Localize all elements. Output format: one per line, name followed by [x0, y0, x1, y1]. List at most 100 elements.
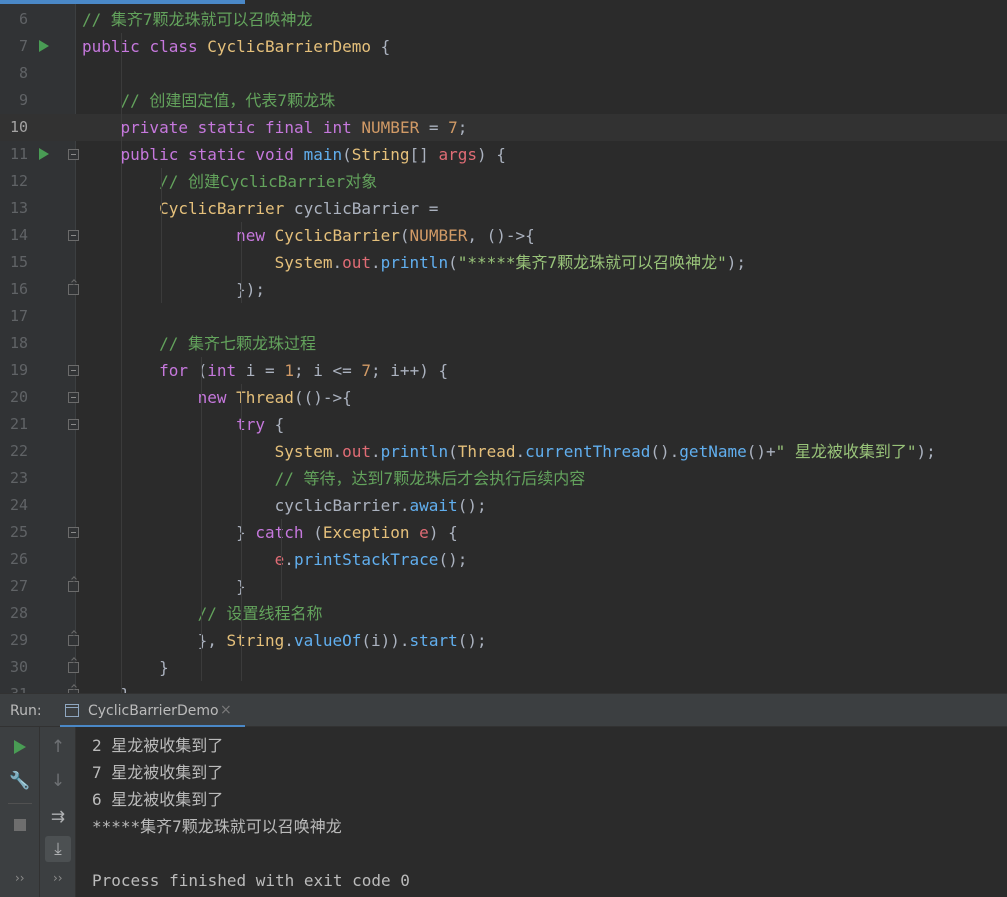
- line-number[interactable]: 30: [0, 654, 28, 681]
- code-line[interactable]: 15 System.out.println("*****集齐7颗龙珠就可以召唤神…: [0, 249, 1007, 276]
- line-number[interactable]: 15: [0, 249, 28, 276]
- code-text[interactable]: for (int i = 1; i <= 7; i++) {: [82, 357, 448, 384]
- line-number[interactable]: 12: [0, 168, 28, 195]
- soft-wrap-button[interactable]: ⇉: [45, 804, 71, 830]
- line-number[interactable]: 7: [0, 33, 28, 60]
- fold-end-icon[interactable]: [68, 581, 79, 592]
- line-number[interactable]: 13: [0, 195, 28, 222]
- code-text[interactable]: cyclicBarrier.await();: [82, 492, 487, 519]
- line-number[interactable]: 21: [0, 411, 28, 438]
- code-text[interactable]: });: [82, 276, 265, 303]
- run-gutter-icon[interactable]: [39, 40, 49, 52]
- fold-icon[interactable]: [68, 527, 79, 538]
- console-output[interactable]: 2 星龙被收集到了 7 星龙被收集到了 6 星龙被收集到了 *****集齐7颗龙珠就可…: [92, 732, 410, 894]
- code-line[interactable]: 11 public static void main(String[] args…: [0, 141, 1007, 168]
- code-line[interactable]: 22 System.out.println(Thread.currentThre…: [0, 438, 1007, 465]
- fold-icon[interactable]: [68, 419, 79, 430]
- code-line[interactable]: 18 // 集齐七颗龙珠过程: [0, 330, 1007, 357]
- line-number[interactable]: 26: [0, 546, 28, 573]
- code-text[interactable]: }: [82, 573, 246, 600]
- line-number[interactable]: 25: [0, 519, 28, 546]
- line-number[interactable]: 14: [0, 222, 28, 249]
- fold-icon[interactable]: [68, 392, 79, 403]
- line-number[interactable]: 11: [0, 141, 28, 168]
- fold-icon[interactable]: [68, 365, 79, 376]
- code-line[interactable]: 20 new Thread(()->{: [0, 384, 1007, 411]
- line-number[interactable]: 31: [0, 681, 28, 693]
- code-text[interactable]: // 等待，达到7颗龙珠后才会执行后续内容: [82, 465, 586, 492]
- line-number[interactable]: 18: [0, 330, 28, 357]
- code-text[interactable]: // 创建CyclicBarrier对象: [82, 168, 377, 195]
- run-tab-cyclicbarrierdemo[interactable]: CyclicBarrierDemo ×: [60, 694, 245, 728]
- fold-end-icon[interactable]: [68, 635, 79, 646]
- stop-button[interactable]: [7, 812, 33, 838]
- fold-end-icon[interactable]: [68, 662, 79, 673]
- line-number[interactable]: 28: [0, 600, 28, 627]
- code-line[interactable]: 28 // 设置线程名称: [0, 600, 1007, 627]
- line-number[interactable]: 17: [0, 303, 28, 330]
- code-line[interactable]: 31 }: [0, 681, 1007, 693]
- code-text[interactable]: // 设置线程名称: [82, 600, 323, 627]
- code-line[interactable]: 30 }: [0, 654, 1007, 681]
- code-line[interactable]: 27 }: [0, 573, 1007, 600]
- code-line[interactable]: 19 for (int i = 1; i <= 7; i++) {: [0, 357, 1007, 384]
- more-actions-chevron-icon[interactable]: ››: [53, 871, 63, 885]
- line-number[interactable]: 16: [0, 276, 28, 303]
- code-text[interactable]: // 创建固定值，代表7颗龙珠: [82, 87, 336, 114]
- code-line[interactable]: 9 // 创建固定值，代表7颗龙珠: [0, 87, 1007, 114]
- more-actions-chevron-icon[interactable]: ››: [15, 871, 25, 885]
- code-line[interactable]: 21 try {: [0, 411, 1007, 438]
- line-number[interactable]: 8: [0, 60, 28, 87]
- code-text[interactable]: } catch (Exception e) {: [82, 519, 458, 546]
- line-number[interactable]: 6: [0, 6, 28, 33]
- code-text[interactable]: CyclicBarrier cyclicBarrier =: [82, 195, 438, 222]
- line-number[interactable]: 24: [0, 492, 28, 519]
- line-number[interactable]: 22: [0, 438, 28, 465]
- code-text[interactable]: public class CyclicBarrierDemo {: [82, 33, 390, 60]
- code-text[interactable]: // 集齐7颗龙珠就可以召唤神龙: [82, 6, 313, 33]
- line-number[interactable]: 19: [0, 357, 28, 384]
- next-occurrence-button[interactable]: ↓: [45, 768, 71, 794]
- code-line[interactable]: 10 private static final int NUMBER = 7;: [0, 114, 1007, 141]
- line-number[interactable]: 9: [0, 87, 28, 114]
- code-text[interactable]: }: [82, 681, 131, 693]
- code-text[interactable]: System.out.println(Thread.currentThread(…: [82, 438, 936, 465]
- code-text[interactable]: private static final int NUMBER = 7;: [82, 114, 468, 141]
- line-number[interactable]: 20: [0, 384, 28, 411]
- code-line[interactable]: 13 CyclicBarrier cyclicBarrier =: [0, 195, 1007, 222]
- code-text[interactable]: }: [82, 654, 169, 681]
- settings-button[interactable]: 🔧: [7, 768, 33, 794]
- code-line[interactable]: 7 public class CyclicBarrierDemo {: [0, 33, 1007, 60]
- code-line[interactable]: 26 e.printStackTrace();: [0, 546, 1007, 573]
- line-number[interactable]: 29: [0, 627, 28, 654]
- code-text[interactable]: // 集齐七颗龙珠过程: [82, 330, 316, 357]
- previous-occurrence-button[interactable]: ↑: [45, 734, 71, 760]
- fold-icon[interactable]: [68, 230, 79, 241]
- code-text[interactable]: e.printStackTrace();: [82, 546, 468, 573]
- fold-end-icon[interactable]: [68, 284, 79, 295]
- fold-icon[interactable]: [68, 149, 79, 160]
- run-gutter-icon[interactable]: [39, 148, 49, 160]
- code-line[interactable]: 16 });: [0, 276, 1007, 303]
- line-number[interactable]: 10: [0, 114, 28, 141]
- scroll-to-end-button[interactable]: ⤓: [45, 836, 71, 862]
- code-text[interactable]: new Thread(()->{: [82, 384, 352, 411]
- code-line[interactable]: 23 // 等待，达到7颗龙珠后才会执行后续内容: [0, 465, 1007, 492]
- code-text[interactable]: new CyclicBarrier(NUMBER, ()->{: [82, 222, 535, 249]
- code-line[interactable]: 29 }, String.valueOf(i)).start();: [0, 627, 1007, 654]
- code-text[interactable]: System.out.println("*****集齐7颗龙珠就可以召唤神龙")…: [82, 249, 746, 276]
- code-line[interactable]: 12 // 创建CyclicBarrier对象: [0, 168, 1007, 195]
- code-line[interactable]: 25 } catch (Exception e) {: [0, 519, 1007, 546]
- code-line[interactable]: 14 new CyclicBarrier(NUMBER, ()->{: [0, 222, 1007, 249]
- code-line[interactable]: 17: [0, 303, 1007, 330]
- code-text[interactable]: }, String.valueOf(i)).start();: [82, 627, 487, 654]
- line-number[interactable]: 27: [0, 573, 28, 600]
- line-number[interactable]: 23: [0, 465, 28, 492]
- rerun-button[interactable]: [7, 734, 33, 760]
- code-text[interactable]: try {: [82, 411, 284, 438]
- code-editor[interactable]: 6 // 集齐7颗龙珠就可以召唤神龙 7 public class CyclicBar…: [0, 0, 1007, 693]
- code-line[interactable]: 6 // 集齐7颗龙珠就可以召唤神龙: [0, 6, 1007, 33]
- close-icon[interactable]: ×: [220, 702, 232, 718]
- code-line[interactable]: 24 cyclicBarrier.await();: [0, 492, 1007, 519]
- code-line[interactable]: 8: [0, 60, 1007, 87]
